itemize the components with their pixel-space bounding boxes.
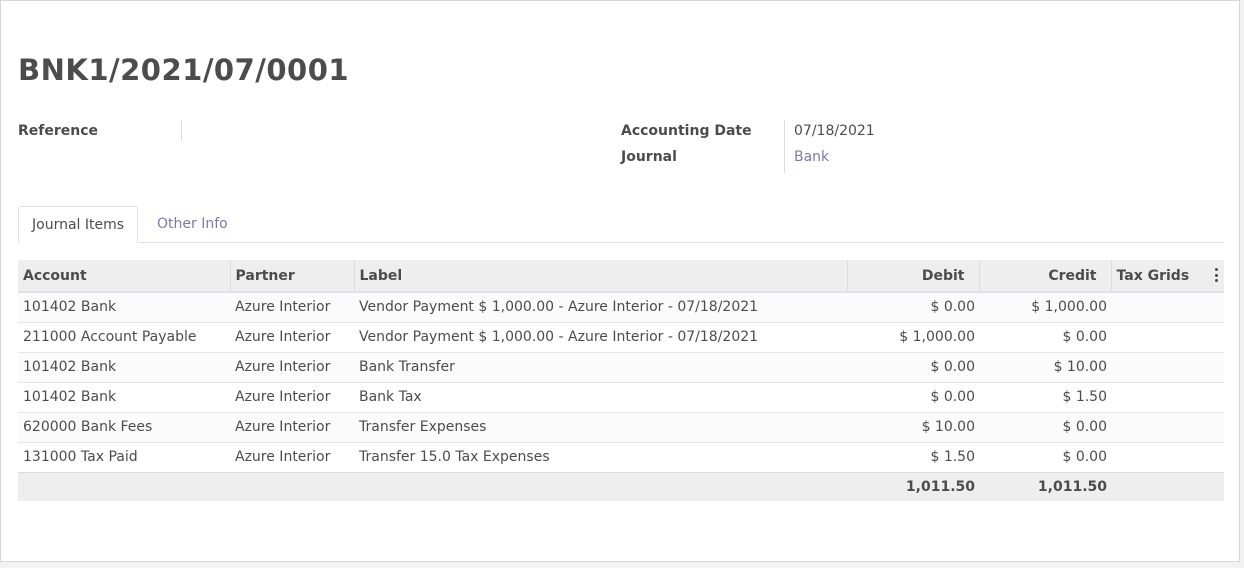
cell-account: 620000 Bank Fees <box>18 411 230 442</box>
date-journal-separator <box>784 120 785 173</box>
totals-empty-cell <box>18 471 230 501</box>
tab-journal-items[interactable]: Journal Items <box>18 206 139 243</box>
table-row[interactable]: 211000 Account Payable Azure Interior Ve… <box>18 321 1224 352</box>
notebook-tabs: Journal Items Other Info <box>18 206 1224 243</box>
table-row[interactable]: 101402 Bank Azure Interior Bank Transfer… <box>18 351 1224 382</box>
table-row[interactable]: 131000 Tax Paid Azure Interior Transfer … <box>18 441 1224 472</box>
totals-empty-cell <box>1111 471 1224 501</box>
cell-credit: $ 1,000.00 <box>979 291 1111 322</box>
journal-label: Journal <box>621 149 677 165</box>
cell-debit: $ 10.00 <box>847 411 979 442</box>
table-row[interactable]: 620000 Bank Fees Azure Interior Transfer… <box>18 411 1224 442</box>
cell-label: Bank Transfer <box>354 351 847 382</box>
cell-debit: $ 1,000.00 <box>847 321 979 352</box>
cell-debit: $ 0.00 <box>847 291 979 322</box>
reference-field[interactable] <box>193 123 573 141</box>
column-header-tax-grids[interactable]: Tax Grids <box>1110 260 1224 293</box>
cell-tax-grids <box>1111 291 1224 322</box>
cell-credit: $ 0.00 <box>979 321 1111 352</box>
cell-credit: $ 0.00 <box>979 441 1111 472</box>
page-title: BNK1/2021/07/0001 <box>18 53 350 87</box>
accounting-date-label: Accounting Date <box>621 123 752 139</box>
cell-tax-grids <box>1111 441 1224 472</box>
totals-empty-cell <box>230 471 354 501</box>
table-row[interactable]: 101402 Bank Azure Interior Bank Tax $ 0.… <box>18 381 1224 412</box>
cell-tax-grids <box>1111 321 1224 352</box>
column-header-partner[interactable]: Partner <box>229 260 354 293</box>
cell-credit: $ 1.50 <box>979 381 1111 412</box>
cell-account: 211000 Account Payable <box>18 321 230 352</box>
cell-account: 101402 Bank <box>18 381 230 412</box>
cell-account: 101402 Bank <box>18 291 230 322</box>
cell-label: Vendor Payment $ 1,000.00 - Azure Interi… <box>354 291 847 322</box>
form-sheet: BNK1/2021/07/0001 Reference Accounting D… <box>0 0 1240 562</box>
cell-partner: Azure Interior <box>230 411 354 442</box>
column-header-tax-grids-label: Tax Grids <box>1116 267 1190 284</box>
cell-label: Transfer 15.0 Tax Expenses <box>354 441 847 472</box>
tab-other-info[interactable]: Other Info <box>144 206 241 242</box>
totals-row: 1,011.50 1,011.50 <box>18 471 1224 501</box>
table-row[interactable]: 101402 Bank Azure Interior Vendor Paymen… <box>18 291 1224 322</box>
cell-debit: $ 1.50 <box>847 441 979 472</box>
cell-debit: $ 0.00 <box>847 381 979 412</box>
cell-tax-grids <box>1111 351 1224 382</box>
cell-debit: $ 0.00 <box>847 351 979 382</box>
table-header-row: Account Partner Label Debit Credit Tax G… <box>18 260 1224 293</box>
totals-empty-cell <box>354 471 847 501</box>
cell-account: 101402 Bank <box>18 351 230 382</box>
reference-label: Reference <box>18 123 99 139</box>
column-header-label[interactable]: Label <box>353 260 847 293</box>
cell-account: 131000 Tax Paid <box>18 441 230 472</box>
cell-partner: Azure Interior <box>230 351 354 382</box>
total-credit: 1,011.50 <box>979 471 1111 501</box>
cell-label: Bank Tax <box>354 381 847 412</box>
cell-partner: Azure Interior <box>230 381 354 412</box>
journal-link[interactable]: Bank <box>794 149 829 165</box>
journal-items-table: Account Partner Label Debit Credit Tax G… <box>18 260 1224 501</box>
total-debit: 1,011.50 <box>847 471 979 501</box>
column-header-credit[interactable]: Credit <box>978 260 1111 293</box>
cell-partner: Azure Interior <box>230 291 354 322</box>
accounting-date-field[interactable]: 07/18/2021 <box>794 123 875 139</box>
cell-credit: $ 0.00 <box>979 411 1111 442</box>
cell-label: Vendor Payment $ 1,000.00 - Azure Interi… <box>354 321 847 352</box>
column-header-debit[interactable]: Debit <box>846 260 979 293</box>
cell-tax-grids <box>1111 381 1224 412</box>
cell-credit: $ 10.00 <box>979 351 1111 382</box>
cell-partner: Azure Interior <box>230 441 354 472</box>
reference-separator <box>181 120 182 141</box>
kebab-vertical-icon[interactable] <box>1215 268 1218 282</box>
cell-tax-grids <box>1111 411 1224 442</box>
cell-label: Transfer Expenses <box>354 411 847 442</box>
cell-partner: Azure Interior <box>230 321 354 352</box>
column-header-account[interactable]: Account <box>18 260 230 293</box>
